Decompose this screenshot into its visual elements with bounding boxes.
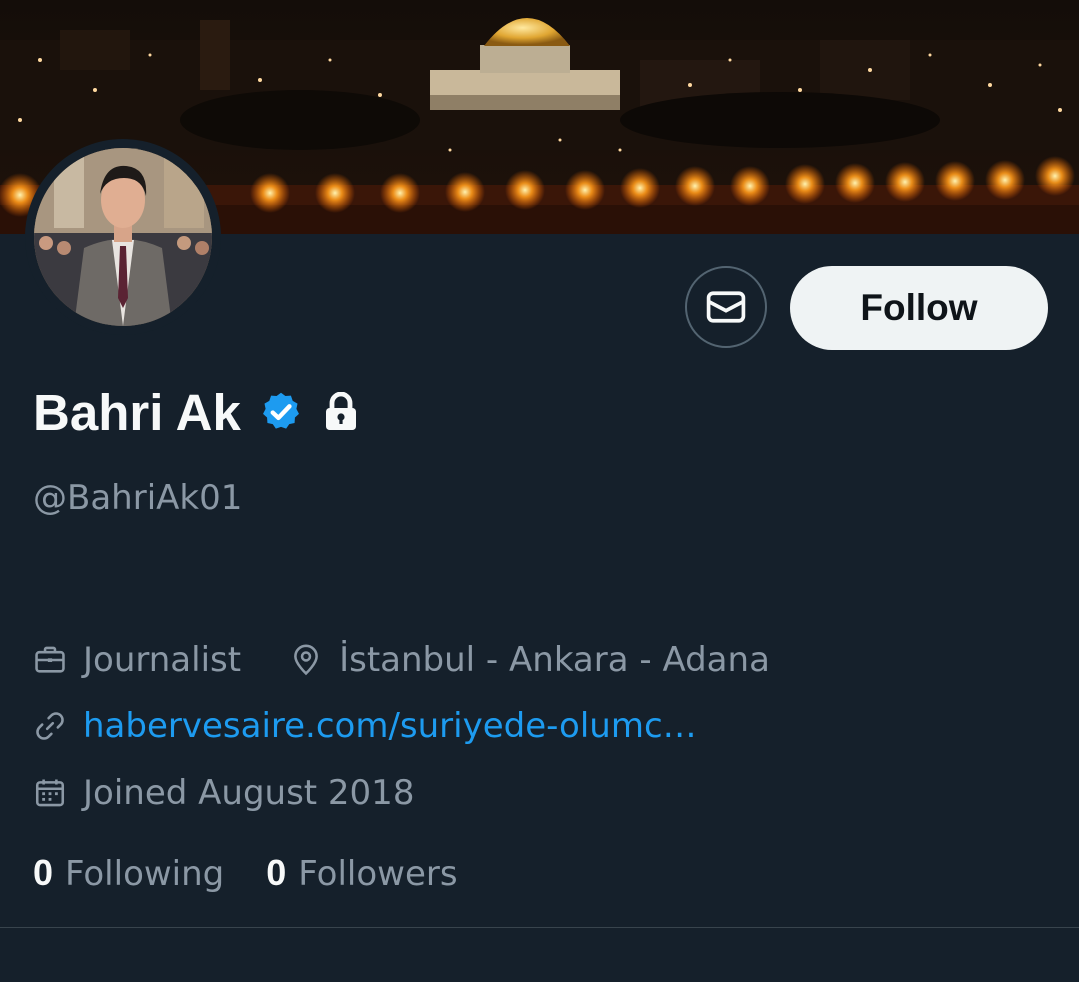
following-label: Following — [65, 854, 225, 894]
followers-label: Followers — [298, 854, 458, 894]
followers-count: 0 — [266, 852, 287, 893]
calendar-icon — [35, 779, 65, 807]
website-row: habervesaire.com/suriyede-olumc… — [33, 706, 697, 746]
location-text: İstanbul - Ankara - Adana — [339, 640, 770, 680]
avatar[interactable] — [34, 148, 212, 326]
follow-button[interactable]: Follow — [790, 266, 1048, 350]
section-divider — [0, 927, 1079, 928]
profession-text: Journalist — [83, 640, 242, 680]
profile-handle: @BahriAk01 — [33, 478, 243, 518]
briefcase-icon — [35, 646, 65, 673]
joined-row: Joined August 2018 — [33, 773, 414, 813]
profile-info-row: Journalist İstanbul - Ankara - Adana — [33, 640, 770, 680]
followers-link[interactable]: 0 Followers — [266, 852, 457, 894]
name-row: Bahri Ak — [33, 380, 359, 444]
follow-stats: 0 Following 0 Followers — [33, 852, 458, 894]
link-icon — [36, 712, 64, 740]
following-count: 0 — [33, 852, 54, 893]
location-pin-icon — [294, 644, 318, 676]
following-link[interactable]: 0 Following — [33, 852, 224, 894]
verified-badge-icon[interactable] — [259, 390, 303, 434]
display-name: Bahri Ak — [33, 383, 241, 441]
lock-icon — [325, 392, 356, 430]
joined-date-text: Joined August 2018 — [83, 773, 415, 813]
envelope-icon — [706, 291, 746, 323]
message-button[interactable] — [685, 266, 767, 348]
website-link[interactable]: habervesaire.com/suriyede-olumc… — [83, 706, 697, 746]
